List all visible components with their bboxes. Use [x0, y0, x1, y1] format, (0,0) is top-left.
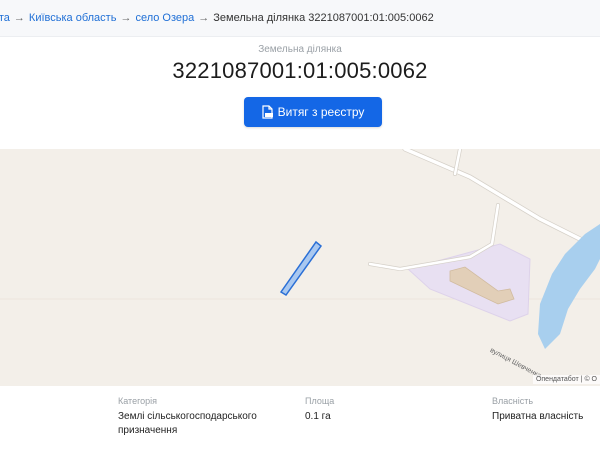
info-category: Категорія Землі сільськогосподарського п… — [118, 396, 268, 438]
info-area: Площа 0.1 га — [305, 396, 425, 424]
map-water — [538, 224, 600, 349]
parcel-map[interactable]: вулиця Шевченка Опендатабот | © O — [0, 149, 600, 386]
map-canvas — [0, 149, 600, 349]
parcel-info: Категорія Землі сільськогосподарського п… — [0, 388, 600, 450]
extract-button-label: Витяг з реєстру — [277, 105, 365, 119]
page-subtitle: Земельна ділянка — [258, 44, 342, 55]
selected-parcel — [279, 240, 323, 296]
area-label: Площа — [305, 396, 335, 406]
breadcrumb-separator: → — [13, 12, 25, 24]
breadcrumb-current: Земельна ділянка 3221087001:01:005:0062 — [213, 12, 434, 24]
breadcrumb: ота→Київська область→село Озера→Земельна… — [0, 0, 600, 37]
breadcrumb-item-root[interactable]: ота — [0, 12, 10, 24]
extract-from-registry-button[interactable]: Витяг з реєстру — [244, 97, 382, 127]
map-attribution[interactable]: Опендатабот | © O — [532, 375, 600, 384]
breadcrumb-item-region[interactable]: Київська область — [29, 12, 117, 24]
breadcrumb-separator: → — [120, 12, 132, 24]
category-value: Землі сільськогосподарського призначення — [118, 411, 257, 436]
page-title: 3221087001:01:005:0062 — [172, 58, 428, 83]
document-pdf-icon — [262, 105, 274, 119]
ownership-value: Приватна власність — [492, 411, 584, 422]
parcel-header: Земельна ділянка 3221087001:01:005:0062 … — [0, 36, 600, 146]
category-label: Категорія — [118, 396, 158, 406]
breadcrumb-separator: → — [198, 12, 210, 24]
ownership-label: Власність — [492, 396, 534, 406]
info-ownership: Власність Приватна власність — [492, 396, 597, 424]
area-value: 0.1 га — [305, 411, 331, 422]
breadcrumb-item-village[interactable]: село Озера — [135, 12, 194, 24]
